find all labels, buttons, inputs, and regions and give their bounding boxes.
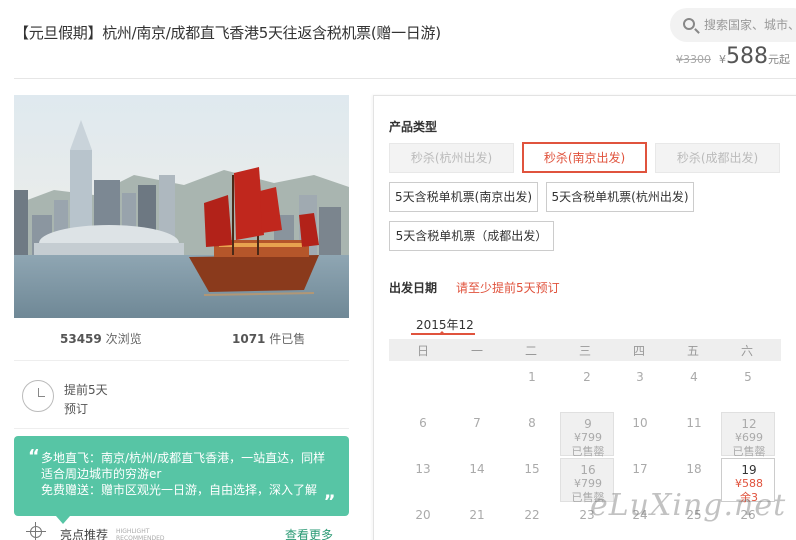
highlight-en-label: HIGHLIGHT RECOMMENDED xyxy=(116,528,165,540)
calendar-day: 1 xyxy=(505,366,559,410)
calendar-day: 20 xyxy=(396,504,450,540)
price-unit: 元起 xyxy=(768,53,790,66)
day-number: 18 xyxy=(686,462,702,476)
day-number: 16 xyxy=(580,463,596,477)
divider xyxy=(14,428,349,429)
calendar-day: 6 xyxy=(396,412,450,456)
option-ticket-chengdu[interactable]: 5天含税单机票（成都出发） xyxy=(389,221,554,251)
views-label: 次浏览 xyxy=(105,332,142,346)
option-ticket-hangzhou[interactable]: 5天含税单机票(杭州出发) xyxy=(546,182,694,212)
sold-stat: 1071 件已售 xyxy=(232,330,305,347)
hero-image xyxy=(14,95,349,318)
original-price: ¥3300 xyxy=(676,53,711,66)
calendar-day: 4 xyxy=(667,366,721,410)
weekday: 三 xyxy=(578,344,591,358)
views-count: 53459 xyxy=(60,332,102,346)
sold-label: 件已售 xyxy=(269,332,306,346)
calendar-day: 3 xyxy=(613,366,667,410)
divider xyxy=(14,360,349,361)
calendar-day: 21 xyxy=(450,504,504,540)
page-title: 【元旦假期】杭州/南京/成都直飞香港5天往返含税机票(赠一日游) xyxy=(14,24,441,42)
search-box[interactable] xyxy=(670,8,796,42)
product-type-label: 产品类型 xyxy=(389,120,438,134)
day-number: 9 xyxy=(584,417,592,431)
day-number: 12 xyxy=(741,417,757,431)
day-number: 11 xyxy=(686,416,702,430)
day-number: 15 xyxy=(524,462,540,476)
day-number: 10 xyxy=(632,416,648,430)
currency-symbol: ¥ xyxy=(719,53,726,66)
day-number: 2 xyxy=(583,370,591,384)
weekday: 日 xyxy=(416,344,429,358)
day-number: 13 xyxy=(415,462,431,476)
hong-kong-harbour-illustration xyxy=(14,95,349,318)
current-price: 588 xyxy=(726,44,768,69)
advance-label: 预订 xyxy=(64,402,89,416)
option-seckill-nanjing[interactable]: 秒杀(南京出发) xyxy=(522,142,647,173)
caret-up-icon xyxy=(438,331,446,335)
watermark: eLuXing.net xyxy=(590,488,787,523)
advance-days: 提前5天 xyxy=(64,383,108,397)
search-icon xyxy=(683,18,695,30)
day-number: 7 xyxy=(473,416,481,430)
day-status: 已售罄 xyxy=(732,445,766,458)
day-number: 19 xyxy=(741,463,757,477)
option-seckill-chengdu[interactable]: 秒杀(成都出发) xyxy=(655,143,780,173)
calendar-day: 10 xyxy=(613,412,667,456)
views-stat: 53459 次浏览 xyxy=(60,330,142,347)
day-number: 1 xyxy=(528,370,536,384)
day-number: 5 xyxy=(744,370,752,384)
stats-row: 53459 次浏览 1071 件已售 xyxy=(14,330,349,352)
calendar-day: 11 xyxy=(667,412,721,456)
sold-count: 1071 xyxy=(232,332,266,346)
day-number: 20 xyxy=(415,508,431,522)
quote-open-icon: “ xyxy=(28,446,40,467)
sun-icon xyxy=(26,522,46,540)
quote-close-icon: „ xyxy=(324,482,336,503)
highlight-label: 亮点推荐 xyxy=(60,528,109,540)
highlight-bar: 亮点推荐 HIGHLIGHT RECOMMENDED 查看更多 xyxy=(26,522,350,540)
calendar-day: 9 ¥799 已售罄 xyxy=(560,412,614,458)
calendar-day: 22 xyxy=(505,504,559,540)
see-more-link[interactable]: 查看更多 xyxy=(285,526,333,540)
weekday: 五 xyxy=(686,344,699,358)
clock-icon xyxy=(22,380,54,412)
promo-bubble: “ 多地直飞：南京/杭州/成都直飞香港，一站直达，同样适合周边城市的穷游er 免… xyxy=(14,436,349,524)
promo-text: 多地直飞：南京/杭州/成都直飞香港，一站直达，同样适合周边城市的穷游er 免费赠… xyxy=(41,451,326,497)
calendar-day: 12 ¥699 已售罄 xyxy=(721,412,775,458)
calendar-day: 15 xyxy=(505,458,559,502)
calendar-day: 14 xyxy=(450,458,504,502)
day-number: 22 xyxy=(524,508,540,522)
option-ticket-nanjing[interactable]: 5天含税单机票(南京出发) xyxy=(389,182,538,212)
departure-date-label: 出发日期 xyxy=(389,281,438,295)
weekday: 六 xyxy=(740,344,753,358)
day-number: 3 xyxy=(636,370,644,384)
calendar-day: 8 xyxy=(505,412,559,456)
price-block: ¥3300 ¥588元起 xyxy=(676,44,790,69)
day-number: 17 xyxy=(632,462,648,476)
calendar-day: 5 xyxy=(721,366,775,410)
calendar-day: 7 xyxy=(450,412,504,456)
weekday-header: 日 一 二 三 四 五 六 xyxy=(389,339,781,361)
booking-notice: 请至少提前5天预订 xyxy=(456,281,560,295)
day-number: 6 xyxy=(419,416,427,430)
weekday: 一 xyxy=(470,344,483,358)
day-number: 8 xyxy=(528,416,536,430)
option-seckill-hangzhou[interactable]: 秒杀(杭州出发) xyxy=(389,143,514,173)
calendar-day: 13 xyxy=(396,458,450,502)
day-number: 21 xyxy=(469,508,485,522)
header-divider xyxy=(14,78,796,79)
day-status: 已售罄 xyxy=(571,445,605,458)
weekday: 四 xyxy=(632,344,645,358)
day-number: 14 xyxy=(469,462,485,476)
calendar-day: 2 xyxy=(560,366,614,410)
search-input[interactable] xyxy=(704,17,796,33)
day-number: 4 xyxy=(690,370,698,384)
weekday: 二 xyxy=(524,344,537,358)
